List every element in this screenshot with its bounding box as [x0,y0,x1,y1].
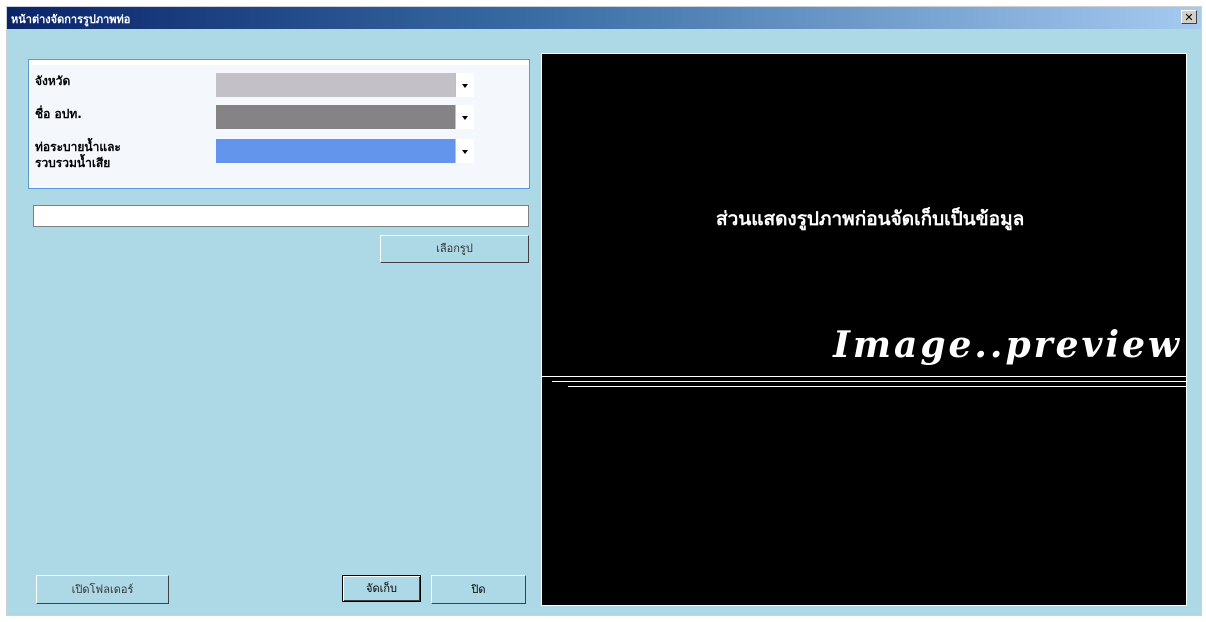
pipe-label-line2: รวบรวมน้ำเสีย [35,156,111,170]
pipe-label-line1: ท่อระบายน้ำและ [35,140,121,154]
group-top-strip [29,60,529,65]
close-label: ปิด [471,583,486,596]
local-admin-label: ชื่อ อปท. [35,107,82,121]
open-folder-label: เปิดโฟลเดอร์ [71,583,134,596]
preview-caption: ส่วนแสดงรูปภาพก่อนจัดเก็บเป็นข้อมูล [716,208,1025,230]
title-bar[interactable]: หน้าต่างจัดการรูปภาพท่อ ✕ [7,7,1201,29]
window-title: หน้าต่างจัดการรูปภาพท่อ [11,13,131,26]
chevron-down-icon[interactable] [455,139,474,163]
select-image-label: เลือกรูป [436,242,473,255]
province-label: จังหวัด [35,74,71,88]
chevron-down-icon[interactable] [455,73,474,97]
pipe-combobox[interactable] [216,139,474,163]
save-button[interactable]: จัดเก็บ [342,575,421,602]
image-preview-panel: ส่วนแสดงรูปภาพก่อนจัดเก็บเป็นข้อมูล Imag… [541,53,1187,606]
preview-line [552,381,1186,382]
client-area: จังหวัด ชื่อ อปท. ท่อระบายน้ำและ รวบรวมน… [7,29,1201,615]
close-window-button[interactable]: ✕ [1181,10,1197,24]
chevron-down-icon[interactable] [455,105,474,129]
save-label: จัดเก็บ [366,582,397,595]
file-path-input[interactable] [33,205,529,227]
selection-group: จังหวัด ชื่อ อปท. ท่อระบายน้ำและ รวบรวมน… [28,59,530,189]
local-admin-combobox[interactable] [216,105,474,129]
close-button[interactable]: ปิด [431,575,526,604]
image-manager-window: หน้าต่างจัดการรูปภาพท่อ ✕ จังหวัด ชื่อ อ… [6,6,1202,616]
open-folder-button[interactable]: เปิดโฟลเดอร์ [36,575,169,604]
preview-watermark: Image..preview [833,324,1182,366]
select-image-button[interactable]: เลือกรูป [380,235,529,263]
preview-line [568,386,1186,387]
preview-line [542,376,1186,377]
province-combobox[interactable] [216,73,474,97]
